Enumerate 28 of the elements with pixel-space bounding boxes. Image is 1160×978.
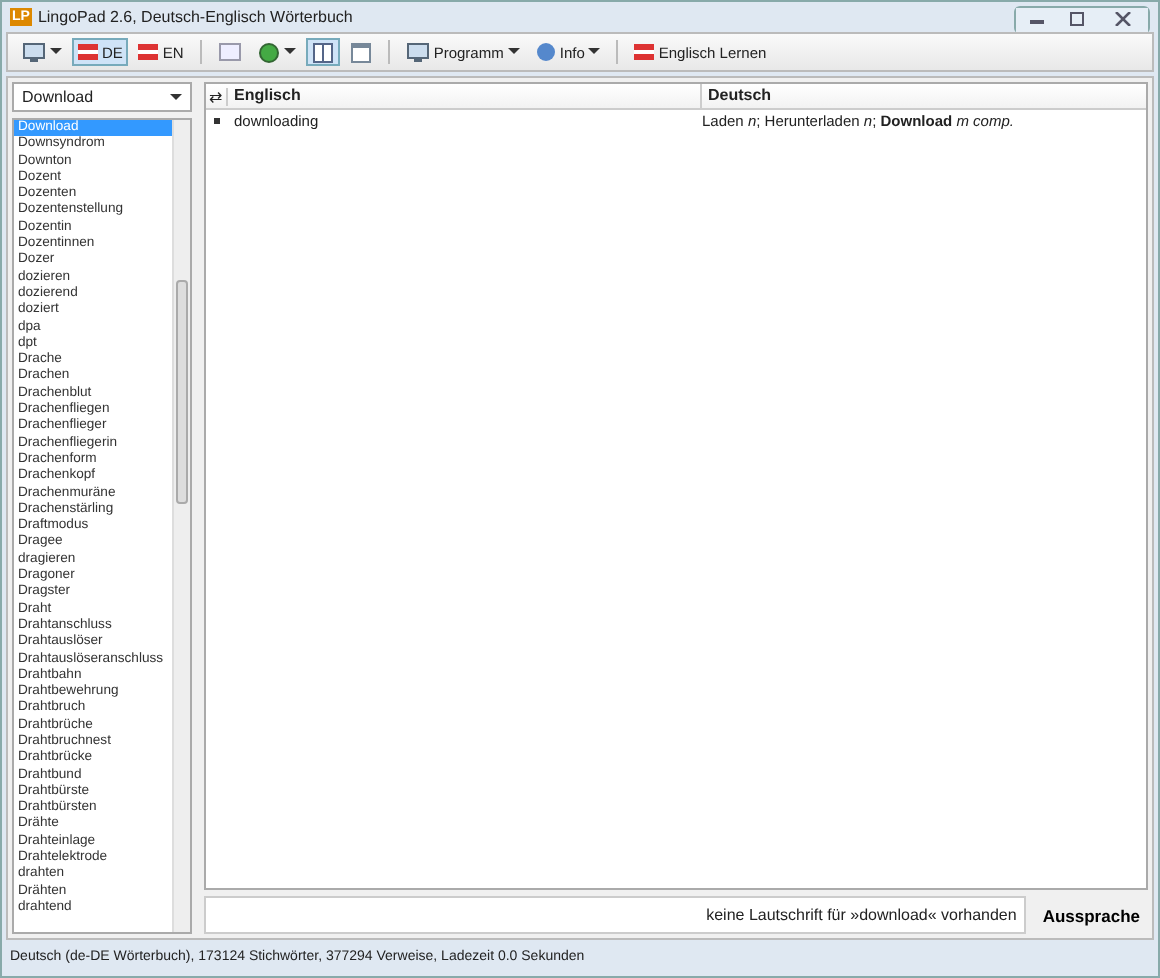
caret-icon [507, 48, 520, 56]
caret-icon [50, 48, 62, 56]
caret-icon [283, 48, 296, 56]
window-icon [349, 41, 372, 63]
column-header[interactable]: Deutsch [702, 84, 1146, 108]
close-button[interactable] [1096, 7, 1148, 31]
flag-icon [634, 44, 655, 60]
split-view-icon [311, 41, 334, 63]
monitor-icon [405, 41, 430, 63]
search-combo[interactable]: Download [12, 82, 192, 112]
pronunciation-button[interactable]: Aussprache [1034, 905, 1148, 925]
card-icon [217, 42, 242, 62]
flag-icon [78, 44, 98, 60]
caret-icon [588, 48, 601, 56]
phonetics-field: keine Lautschrift für »download« vorhanden [204, 896, 1027, 934]
minimize-button[interactable] [1016, 7, 1056, 31]
info-icon [535, 42, 556, 62]
maximize-icon [1067, 12, 1085, 26]
scrollbar[interactable] [172, 120, 190, 932]
window-title: LingoPad 2.6, Deutsch-Englisch Wörterbuch [37, 8, 353, 26]
split-view-button[interactable] [305, 38, 340, 66]
close-icon [1113, 12, 1131, 26]
bullet-icon [214, 118, 220, 124]
column-header[interactable]: Englisch [228, 84, 702, 108]
flag-icon [138, 44, 159, 60]
globe-icon [257, 41, 280, 63]
monitor-icon [22, 41, 46, 63]
caret-icon [170, 93, 182, 101]
